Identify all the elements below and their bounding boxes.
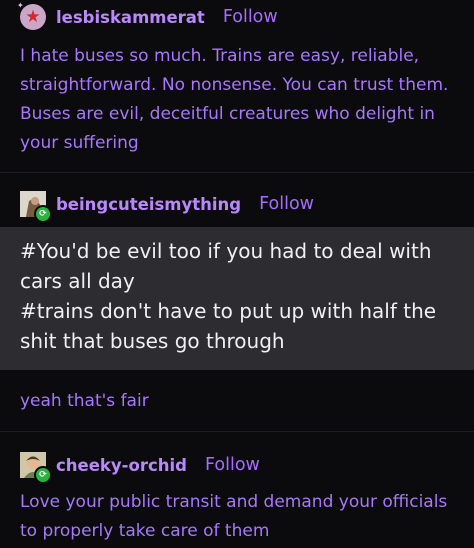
username[interactable]: lesbiskammerat <box>56 8 205 27</box>
username[interactable]: cheeky-orchid <box>56 456 187 475</box>
user-avatar[interactable]: ⟳ <box>20 191 52 223</box>
post-1-header: ✦ ★ lesbiskammerat Follow <box>17 1 278 30</box>
post-3: ⟳ cheeky-orchid Follow Love your public … <box>0 432 474 548</box>
tag-2[interactable]: #trains don't have to put up with half t… <box>0 296 450 356</box>
tag-1[interactable]: #You'd be evil too if you had to deal wi… <box>0 227 450 296</box>
follow-button[interactable]: Follow <box>259 194 314 214</box>
post-3-header: ⟳ cheeky-orchid Follow <box>20 452 260 484</box>
reblog-icon: ⟳ <box>34 466 52 484</box>
follow-button[interactable]: Follow <box>223 7 278 27</box>
user-avatar[interactable]: ⟳ <box>20 452 52 484</box>
post-text: Love your public transit and demand your… <box>20 492 448 541</box>
tags-box: #You'd be evil too if you had to deal wi… <box>0 227 474 370</box>
follow-button[interactable]: Follow <box>205 455 260 475</box>
reblog-icon: ⟳ <box>34 205 52 223</box>
star-icon: ★ <box>25 6 41 27</box>
post-2-header: ⟳ beingcuteismything Follow <box>20 191 314 223</box>
username[interactable]: beingcuteismything <box>56 195 241 214</box>
post-1: ✦ ★ lesbiskammerat Follow I hate buses s… <box>0 0 474 173</box>
post-text: yeah that's fair <box>20 391 149 411</box>
sparkle-icon: ✦ <box>17 1 24 10</box>
post-text: I hate buses so much. Trains are easy, r… <box>20 46 449 153</box>
user-avatar[interactable]: ✦ ★ <box>17 1 46 30</box>
post-2: ⟳ beingcuteismything Follow #You'd be ev… <box>0 173 474 432</box>
